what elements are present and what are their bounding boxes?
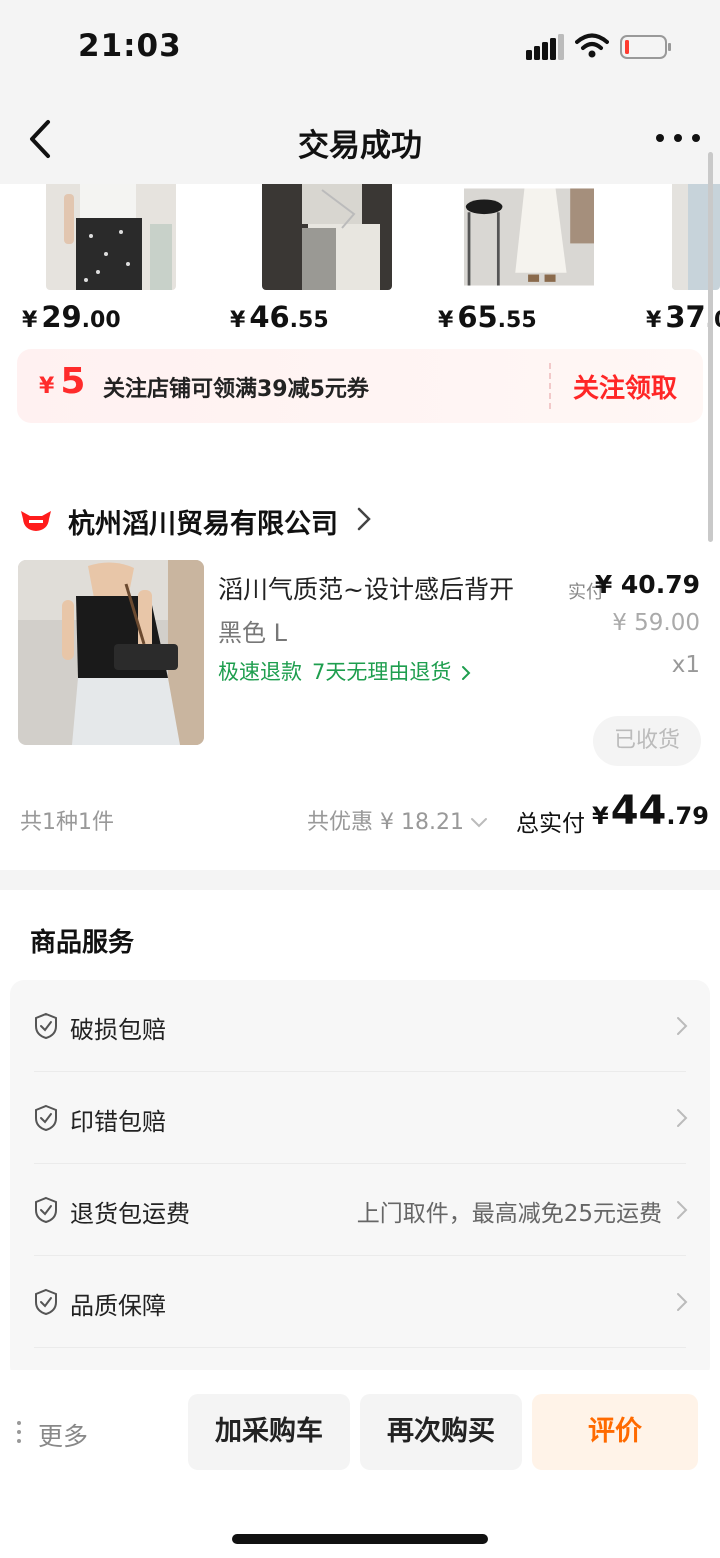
quantity: x1	[671, 652, 700, 678]
review-button[interactable]: 评价	[532, 1394, 698, 1470]
service-label: 破损包赔	[70, 1016, 166, 1044]
status-time: 21:03	[78, 28, 182, 64]
chevron-right-icon	[462, 666, 471, 680]
original-price: ¥ 59.00	[612, 610, 700, 636]
scrollbar[interactable]	[708, 152, 713, 542]
product-thumbnail	[262, 184, 392, 290]
chevron-right-icon	[677, 1109, 688, 1127]
shield-check-icon	[35, 1288, 57, 1316]
service-label: 品质保障	[70, 1292, 166, 1320]
product-image[interactable]	[18, 560, 204, 745]
wifi-icon	[575, 33, 609, 58]
order-card: 杭州滔川贸易有限公司 滔川气质范~设计感后背开 黑色 L 极速退款 7天无理由退货…	[0, 482, 720, 870]
more-button[interactable]: 更多	[38, 1417, 88, 1453]
status-bar: 21:03	[0, 0, 720, 96]
total-amount: ¥44.79	[592, 788, 709, 834]
service-item-return-shipping[interactable]: 退货包运费 上门取件，最高减免25元运费	[10, 1164, 710, 1256]
tmall-logo-icon	[21, 511, 51, 531]
product-thumbnail	[464, 188, 594, 286]
chevron-down-icon	[470, 818, 487, 828]
product-services: 商品服务 破损包赔 印错包赔 退货包运费 上门取件，最高减免25元运费 品质保障	[0, 890, 720, 1370]
total-label: 总实付	[516, 811, 585, 837]
signal-icon	[526, 34, 564, 60]
service-list: 破损包赔 印错包赔 退货包运费 上门取件，最高减免25元运费 品质保障	[10, 980, 710, 1370]
chevron-right-icon[interactable]	[356, 506, 372, 532]
chevron-right-icon	[677, 1017, 688, 1035]
item-count: 共1种1件	[20, 810, 114, 835]
page-title: 交易成功	[298, 128, 422, 164]
recommended-price: ¥65.55	[438, 300, 537, 334]
service-label: 印错包赔	[70, 1108, 166, 1136]
spacer	[0, 446, 720, 482]
product-sku: 黑色 L	[218, 619, 287, 647]
services-title: 商品服务	[30, 928, 135, 958]
service-item-quality[interactable]: 品质保障	[10, 1256, 710, 1348]
follow-claim-button[interactable]: 关注领取	[573, 368, 677, 405]
coupon-description: 关注店铺可领满39减5元券	[103, 377, 369, 402]
product-title[interactable]: 滔川气质范~设计感后背开	[218, 570, 514, 606]
more-dots-icon[interactable]	[652, 124, 704, 152]
add-to-purchase-cart-button[interactable]: 加采购车	[188, 1394, 350, 1470]
fast-refund-tag: 极速退款	[218, 660, 302, 684]
shop-name[interactable]: 杭州滔川贸易有限公司	[68, 502, 338, 541]
paid-price: ¥ 40.79	[594, 570, 700, 599]
recommended-price: ¥46.55	[230, 300, 329, 334]
seven-day-return-tag: 7天无理由退货	[312, 660, 452, 684]
discount-summary[interactable]: 共优惠 ¥ 18.21	[307, 804, 488, 836]
coupon-amount: ¥5	[39, 361, 86, 402]
product-thumbnail	[46, 184, 176, 290]
service-description: 上门取件，最高减免25元运费	[356, 1201, 662, 1227]
battery-low-icon	[620, 35, 671, 59]
received-status-button: 已收货	[593, 716, 701, 766]
bottom-action-bar: 更多 加采购车 再次购买 评价	[0, 1370, 720, 1558]
service-item-misprint[interactable]: 印错包赔	[10, 1072, 710, 1164]
shield-check-icon	[35, 1104, 57, 1132]
service-item-damage[interactable]: 破损包赔	[10, 980, 710, 1072]
coupon-divider	[549, 363, 551, 409]
service-label: 退货包运费	[70, 1200, 190, 1228]
recommendation-carousel[interactable]: ¥29.00 ¥46.55 ¥ 65.55 ¥ 37 ¥ 5 关注店铺可领满39…	[0, 184, 720, 446]
service-tags[interactable]: 极速退款 7天无理由退货	[218, 656, 471, 686]
buy-again-button[interactable]: 再次购买	[360, 1394, 522, 1470]
shield-check-icon	[35, 1012, 57, 1040]
home-indicator[interactable]	[232, 1534, 488, 1544]
chevron-right-icon	[677, 1201, 688, 1219]
nav-bar: 交易成功	[0, 96, 720, 184]
recommended-price: ¥29.00	[22, 300, 121, 334]
chevron-right-icon	[677, 1293, 688, 1311]
order-detail-content[interactable]: ¥29.00 ¥46.55 ¥ 65.55 ¥ 37 ¥ 5 关注店铺可领满39…	[0, 184, 720, 1370]
shield-check-icon	[35, 1196, 57, 1224]
vertical-dots-icon[interactable]	[16, 1420, 22, 1444]
shop-coupon-banner[interactable]: ¥5 关注店铺可领满39减5元券 关注领取	[17, 349, 703, 423]
